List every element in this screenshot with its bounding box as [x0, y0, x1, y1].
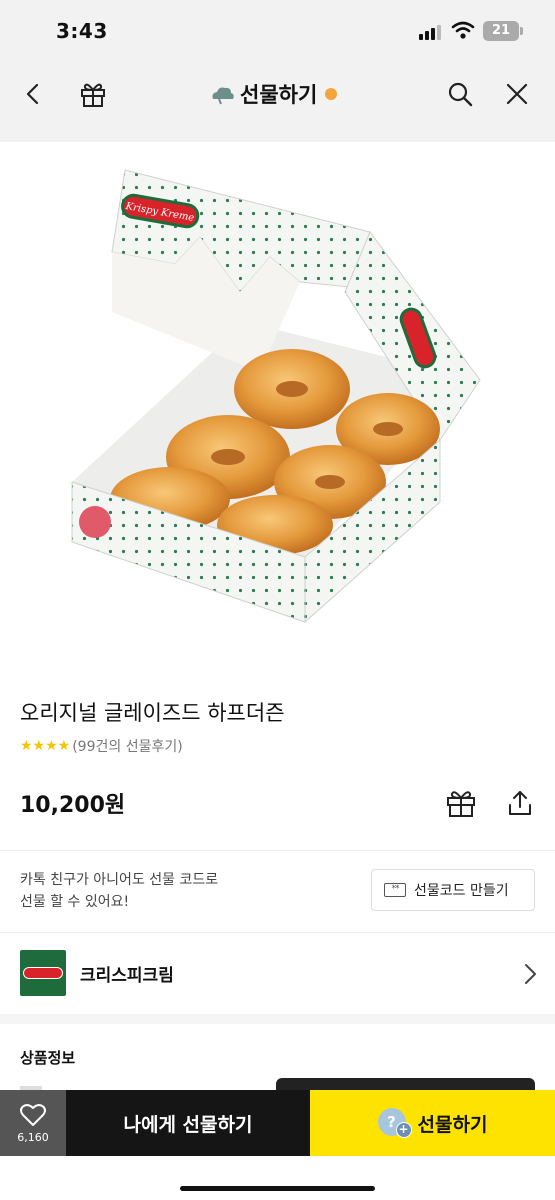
cloud-icon: [212, 87, 234, 105]
gift-icon: [447, 791, 475, 817]
chevron-right-icon: [525, 964, 536, 984]
close-button[interactable]: [499, 76, 535, 112]
donut-box-illustration: Krispy Kreme: [71, 169, 481, 624]
signal-icon: [419, 24, 443, 40]
gift-to-me-button[interactable]: 나에게 선물하기: [66, 1090, 310, 1156]
brand-logo-mark: [23, 967, 63, 979]
rating-row[interactable]: ★★★★ (99건의 선물후기): [20, 736, 183, 756]
brand-logo: [20, 950, 66, 996]
gift-box-button[interactable]: [75, 76, 111, 112]
ticket-icon: **: [384, 883, 406, 897]
friend-avatar-icon: ? +: [377, 1108, 412, 1138]
top-nav-bar: 선물하기: [0, 62, 555, 142]
plus-icon: +: [395, 1122, 412, 1138]
back-icon: [26, 83, 39, 105]
gift-icon: [81, 83, 105, 107]
review-count[interactable]: (99건의 선물후기): [72, 736, 182, 756]
divider: [0, 850, 555, 851]
search-button[interactable]: [442, 76, 478, 112]
gift-code-line-1: 카톡 친구가 아니어도 선물 코드로: [20, 872, 219, 888]
battery-icon: 21: [483, 21, 519, 41]
send-gift-label: 선물하기: [417, 1113, 488, 1136]
back-button[interactable]: [16, 76, 52, 112]
brand-row[interactable]: 크리스피크림: [0, 938, 555, 1008]
bottom-action-bar: 6,160 나에게 선물하기 ? + 선물하기: [0, 1090, 555, 1156]
wishlist-count: 6,160: [17, 1130, 49, 1144]
rating-stars: ★★★★: [20, 738, 71, 754]
gift-wrap-button[interactable]: [444, 786, 478, 820]
status-bar: 3:43 21: [0, 0, 555, 62]
wishlist-button[interactable]: 6,160: [0, 1090, 66, 1156]
close-icon: [506, 83, 528, 105]
send-gift-button[interactable]: ? + 선물하기: [310, 1090, 555, 1156]
create-gift-code-label: 선물코드 만들기: [414, 883, 509, 899]
gift-code-description: 카톡 친구가 아니어도 선물 코드로 선물 할 수 있어요!: [20, 869, 218, 913]
status-time: 3:43: [56, 19, 108, 43]
section-divider: [0, 1014, 555, 1024]
heart-icon: [20, 1103, 46, 1126]
product-price: 10,200원: [20, 793, 126, 818]
search-icon: [448, 82, 473, 107]
brand-name: 크리스피크림: [80, 966, 174, 986]
product-title: 오리지널 글레이즈드 하프더즌: [20, 701, 285, 725]
share-button[interactable]: [503, 786, 537, 820]
section-title-product-info: 상품정보: [20, 1049, 76, 1067]
create-gift-code-button[interactable]: ** 선물코드 만들기: [371, 869, 535, 911]
nav-title-group: 선물하기: [210, 74, 338, 114]
battery-tip: [520, 27, 523, 35]
page-title: 선물하기: [240, 83, 318, 107]
wifi-icon: [451, 21, 475, 39]
home-area: [0, 1156, 555, 1200]
home-indicator[interactable]: [180, 1186, 375, 1191]
divider: [0, 932, 555, 933]
product-image: Krispy Kreme: [0, 142, 555, 680]
share-icon: [509, 791, 531, 815]
sun-icon: [325, 88, 338, 100]
gift-code-line-2: 선물 할 수 있어요!: [20, 894, 130, 910]
